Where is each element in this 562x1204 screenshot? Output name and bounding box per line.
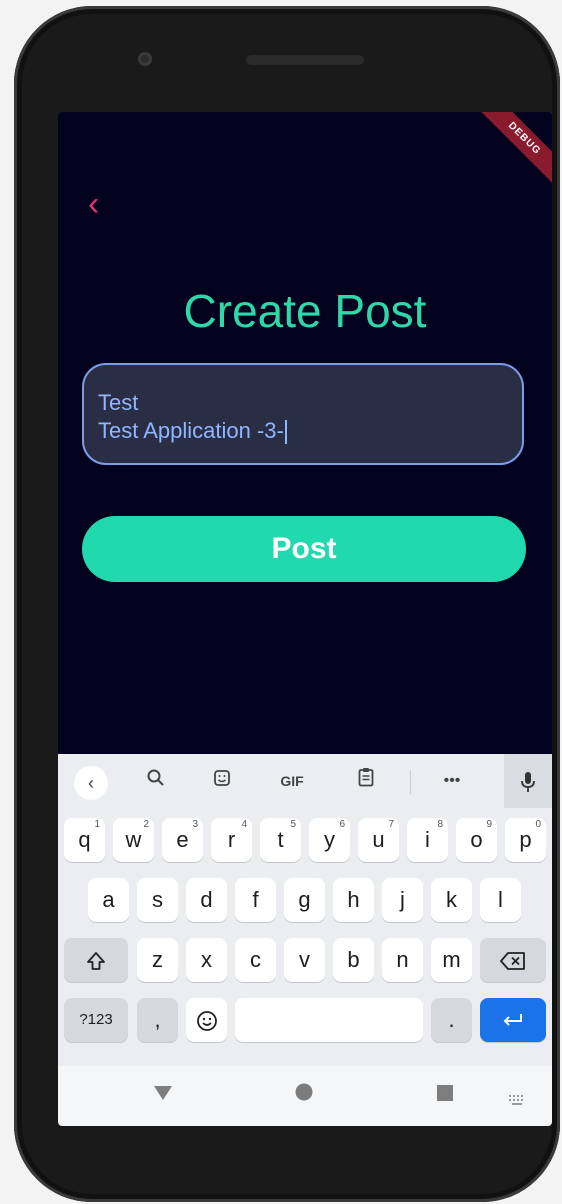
app-screen: DEBUG ‹ Create Post Test Test Applicatio…	[58, 112, 552, 1126]
voice-input-button[interactable]	[504, 754, 552, 808]
more-icon: •••	[443, 772, 461, 789]
sticker-icon	[213, 770, 231, 791]
debug-banner: DEBUG	[473, 112, 552, 190]
nav-back-button[interactable]	[152, 1082, 174, 1108]
earpiece-speaker	[246, 55, 364, 65]
post-button[interactable]: Post	[82, 516, 526, 582]
keyboard-switch-button[interactable]	[508, 1086, 526, 1112]
key-q[interactable]: q1	[64, 818, 105, 862]
key-c[interactable]: c	[235, 938, 276, 982]
system-nav-bar	[58, 1066, 552, 1126]
keyboard-icon	[508, 1086, 526, 1111]
soft-keyboard: ‹ GIF ••• q 1 w 2 e 3 r 4 t 5 y 6 u 7 i …	[58, 754, 552, 1066]
key-g[interactable]: g	[284, 878, 325, 922]
key-l[interactable]: l	[480, 878, 521, 922]
key-r[interactable]: r4	[211, 818, 252, 862]
mic-icon	[520, 770, 536, 792]
key-e[interactable]: e3	[162, 818, 203, 862]
sticker-button[interactable]	[202, 764, 242, 798]
space-key[interactable]	[235, 998, 423, 1042]
backspace-icon	[499, 947, 527, 972]
key-w[interactable]: w2	[113, 818, 154, 862]
key-row-1: q1 w2 e3 r4 t5 y6 u7 i8 o9 p0	[58, 818, 552, 866]
gif-button[interactable]: GIF	[272, 764, 312, 798]
toolbar-divider	[410, 770, 411, 794]
gif-label: GIF	[280, 773, 304, 789]
key-t[interactable]: t5	[260, 818, 301, 862]
circle-home-icon	[294, 1082, 314, 1107]
key-b[interactable]: b	[333, 938, 374, 982]
post-text-input[interactable]: Test Test Application -3-	[82, 363, 524, 465]
emoji-icon	[196, 1007, 218, 1032]
chevron-left-icon: ‹	[88, 185, 100, 223]
key-n[interactable]: n	[382, 938, 423, 982]
symbols-key[interactable]: ?123	[64, 998, 128, 1042]
chevron-left-icon: ‹	[88, 773, 94, 793]
key-x[interactable]: x	[186, 938, 227, 982]
key-s[interactable]: s	[137, 878, 178, 922]
emoji-key[interactable]	[186, 998, 227, 1042]
nav-recents-button[interactable]	[436, 1082, 454, 1108]
more-button[interactable]: •••	[432, 764, 472, 798]
square-recents-icon	[436, 1082, 454, 1107]
key-v[interactable]: v	[284, 938, 325, 982]
keyboard-toolbar: ‹ GIF •••	[58, 754, 552, 808]
text-cursor	[284, 420, 287, 445]
key-row-2: a s d f g h j k l	[58, 878, 552, 926]
phone-frame: DEBUG ‹ Create Post Test Test Applicatio…	[14, 6, 560, 1202]
key-m[interactable]: m	[431, 938, 472, 982]
key-y[interactable]: y6	[309, 818, 350, 862]
enter-icon	[501, 1007, 525, 1032]
key-o[interactable]: o9	[456, 818, 497, 862]
nav-home-button[interactable]	[294, 1082, 314, 1108]
input-line-1: Test	[98, 390, 139, 415]
key-d[interactable]: d	[186, 878, 227, 922]
key-k[interactable]: k	[431, 878, 472, 922]
key-j[interactable]: j	[382, 878, 423, 922]
key-f[interactable]: f	[235, 878, 276, 922]
key-z[interactable]: z	[137, 938, 178, 982]
clipboard-button[interactable]	[346, 764, 386, 798]
key-p[interactable]: p0	[505, 818, 546, 862]
keyboard-collapse-button[interactable]: ‹	[74, 766, 108, 800]
comma-key[interactable]: ,	[137, 998, 178, 1042]
page-title: Create Post	[183, 285, 427, 337]
shift-icon	[85, 947, 107, 972]
search-button[interactable]	[136, 764, 176, 798]
search-icon	[147, 769, 165, 791]
enter-key[interactable]	[480, 998, 546, 1042]
key-row-3: z x c v b n m	[58, 938, 552, 986]
backspace-key[interactable]	[480, 938, 546, 982]
front-camera	[138, 52, 152, 66]
input-line-2: Test Application -3-	[98, 418, 284, 443]
key-a[interactable]: a	[88, 878, 129, 922]
key-h[interactable]: h	[333, 878, 374, 922]
back-button[interactable]: ‹	[88, 187, 118, 221]
key-i[interactable]: i8	[407, 818, 448, 862]
key-u[interactable]: u7	[358, 818, 399, 862]
key-row-4: ?123 , .	[58, 998, 552, 1046]
period-key[interactable]: .	[431, 998, 472, 1042]
triangle-back-icon	[152, 1082, 174, 1107]
clipboard-icon	[358, 768, 374, 791]
shift-key[interactable]	[64, 938, 128, 982]
